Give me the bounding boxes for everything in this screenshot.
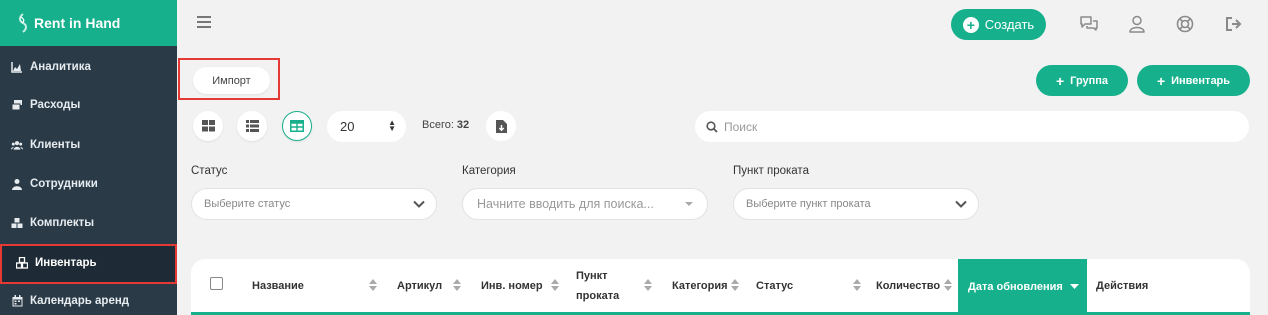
chevron-down-icon xyxy=(413,200,425,208)
create-button[interactable]: + Создать xyxy=(951,9,1046,40)
rental-point-filter-select[interactable]: Выберите пункт проката xyxy=(733,188,979,220)
list-view-button[interactable] xyxy=(237,111,267,141)
create-label: Создать xyxy=(984,17,1035,32)
column-updated-date[interactable]: Дата обновления xyxy=(958,259,1087,315)
grid-view-button[interactable] xyxy=(193,111,223,141)
sidebar-item-label: Клиенты xyxy=(30,139,81,151)
column-name[interactable]: Название xyxy=(252,259,382,312)
chart-area-icon xyxy=(11,61,23,73)
sort-icon xyxy=(731,279,739,291)
search-input[interactable] xyxy=(724,119,1224,134)
select-all-checkbox[interactable] xyxy=(210,277,223,290)
table-icon xyxy=(290,120,304,132)
sort-icon xyxy=(944,279,952,291)
search-icon xyxy=(706,120,718,133)
add-inventory-label: Инвентарь xyxy=(1171,74,1231,87)
column-label: Количество xyxy=(876,279,941,292)
chat-icon[interactable] xyxy=(1079,14,1099,34)
grid-icon xyxy=(201,120,215,132)
table-view-button[interactable] xyxy=(282,111,312,141)
column-category[interactable]: Категория xyxy=(672,259,752,312)
total-count: Всего: 32 xyxy=(422,119,469,131)
calendar-icon xyxy=(11,295,23,307)
support-icon[interactable] xyxy=(1175,14,1195,34)
brand-name: Rent in Hand xyxy=(34,15,121,31)
users-icon xyxy=(11,139,23,151)
menu-toggle-icon[interactable] xyxy=(197,16,211,28)
sidebar-item-expenses[interactable]: Расходы xyxy=(0,86,177,124)
sidebar-item-employees[interactable]: Сотрудники xyxy=(0,165,177,203)
caret-down-icon xyxy=(685,202,693,206)
column-rental-point[interactable]: Пункт проката xyxy=(576,259,656,312)
per-page-select[interactable]: 20 ▲ ▼ xyxy=(327,111,406,142)
column-label: Артикул xyxy=(397,279,443,292)
sidebar-item-calendar[interactable]: Календарь аренд xyxy=(0,282,177,315)
sidebar-item-label: Сотрудники xyxy=(30,178,98,190)
rental-point-filter-label: Пункт проката xyxy=(733,165,809,177)
plus-icon: + xyxy=(1156,72,1166,89)
sidebar-item-kits[interactable]: Комплекты xyxy=(0,204,177,242)
sort-icon xyxy=(453,279,461,291)
column-label: Статус xyxy=(756,279,794,292)
sidebar-item-label: Расходы xyxy=(30,99,81,111)
add-group-label: Группа xyxy=(1070,74,1109,87)
table-header: Название Артикул Инв. номер Пункт прокат… xyxy=(191,259,1250,315)
rental-point-filter-placeholder: Выберите пункт проката xyxy=(746,198,871,210)
column-quantity[interactable]: Количество xyxy=(876,259,958,312)
status-filter-select[interactable]: Выберите статус xyxy=(191,188,437,220)
sort-icon xyxy=(369,279,377,291)
sort-icon xyxy=(644,279,652,291)
category-filter-placeholder: Начните вводить для поиска... xyxy=(477,197,654,211)
sort-icon xyxy=(853,279,861,291)
total-label: Всего: xyxy=(422,119,454,131)
status-filter-label: Статус xyxy=(191,165,228,177)
user-icon[interactable] xyxy=(1127,14,1147,34)
export-button[interactable] xyxy=(486,111,516,141)
add-inventory-button[interactable]: + Инвентарь xyxy=(1137,65,1250,96)
brand-logo-icon xyxy=(19,13,27,33)
column-actions: Действия xyxy=(1096,259,1186,312)
category-filter-label: Категория xyxy=(462,165,516,177)
column-label: Пункт xyxy=(576,269,608,282)
plus-icon: + xyxy=(1055,72,1065,89)
brand[interactable]: Rent in Hand xyxy=(0,0,177,46)
logout-icon[interactable] xyxy=(1224,14,1244,34)
sort-arrows-icon: ▲ ▼ xyxy=(388,118,396,133)
category-filter-select[interactable]: Начните вводить для поиска... xyxy=(462,188,708,220)
column-article[interactable]: Артикул xyxy=(397,259,467,312)
total-value: 32 xyxy=(456,119,470,131)
caret-down-icon xyxy=(1070,284,1079,289)
chevron-down-icon xyxy=(955,200,967,208)
file-download-icon xyxy=(495,119,507,133)
plus-icon: + xyxy=(962,16,979,33)
sidebar-item-label: Аналитика xyxy=(30,61,91,73)
sidebar-item-clients[interactable]: Клиенты xyxy=(0,126,177,164)
sort-icon xyxy=(551,279,559,291)
column-label: Название xyxy=(252,279,304,292)
sidebar-item-analytics[interactable]: Аналитика xyxy=(0,48,177,86)
add-group-button[interactable]: + Группа xyxy=(1036,65,1128,96)
search-field[interactable] xyxy=(695,111,1249,142)
column-label: Инв. номер xyxy=(481,279,543,292)
money-icon xyxy=(11,99,23,111)
column-label: Действия xyxy=(1096,279,1149,292)
list-icon xyxy=(245,120,259,132)
column-label: проката xyxy=(576,289,620,302)
column-label: Дата обновления xyxy=(968,281,1063,293)
sidebar-item-label: Календарь аренд xyxy=(30,295,130,307)
highlight-inventory xyxy=(0,244,177,284)
column-status[interactable]: Статус xyxy=(756,259,866,312)
column-label: Категория xyxy=(672,279,728,292)
sidebar-item-label: Комплекты xyxy=(30,217,95,229)
per-page-value: 20 xyxy=(340,119,355,134)
user-tie-icon xyxy=(11,178,23,190)
boxes-icon xyxy=(11,217,23,229)
import-label: Импорт xyxy=(212,74,251,87)
column-inv-number[interactable]: Инв. номер xyxy=(481,259,566,312)
status-filter-placeholder: Выберите статус xyxy=(204,198,291,210)
import-button[interactable]: Импорт xyxy=(193,67,270,94)
